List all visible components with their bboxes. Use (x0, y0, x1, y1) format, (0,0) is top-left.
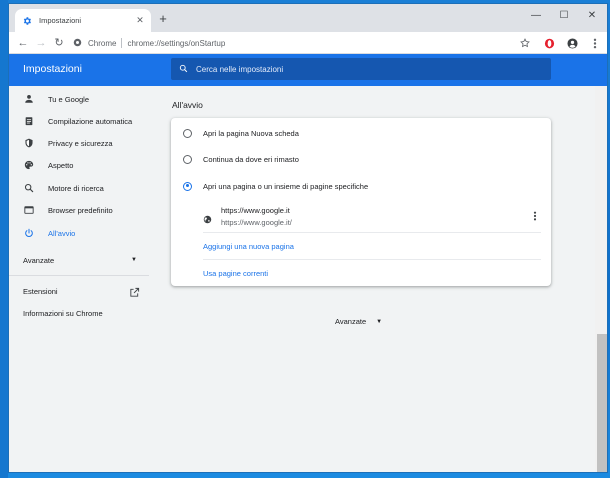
sidebar-item-compilazione[interactable]: Compilazione automatica (9, 111, 157, 131)
radio-button[interactable] (183, 128, 192, 138)
chrome-site-icon (73, 38, 82, 49)
card-divider (203, 232, 541, 233)
sidebar-item-privacy[interactable]: Privacy e sicurezza (9, 133, 157, 153)
new-tab-button[interactable]: + (155, 11, 171, 27)
option-label: Apri la pagina Nuova scheda (203, 128, 299, 138)
section-title: All'avvio (172, 100, 203, 110)
maximize-button[interactable]: ☐ (552, 7, 576, 25)
radio-button[interactable] (183, 154, 192, 164)
sidebar-item-label: Motore di ricerca (48, 183, 104, 193)
add-page-link[interactable]: Aggiungi una nuova pagina (203, 242, 294, 251)
option-label: Continua da dove eri rimasto (203, 154, 299, 164)
close-tab-icon[interactable]: ✕ (135, 15, 145, 26)
sidebar-divider (9, 275, 149, 276)
bookmark-star-icon[interactable] (517, 35, 533, 51)
tab-title: Impostazioni (39, 16, 82, 25)
sidebar-advanced-toggle[interactable]: Avanzate ▼ (9, 250, 157, 270)
palette-icon (23, 159, 35, 171)
option-new-tab[interactable]: Apri la pagina Nuova scheda (183, 126, 299, 140)
card-divider (203, 259, 541, 260)
profile-avatar-icon[interactable] (564, 35, 580, 51)
sidebar-item-label: Compilazione automatica (48, 116, 133, 126)
back-button[interactable]: ← (15, 35, 31, 51)
search-box[interactable] (171, 58, 551, 80)
sidebar-item-label: All'avvio (48, 228, 76, 238)
gear-icon (21, 15, 33, 27)
radio-button-checked[interactable] (183, 181, 192, 191)
close-window-button[interactable]: ✕ (580, 7, 604, 25)
sidebar-item-label: Browser predefinito (48, 205, 113, 215)
sidebar-item-tu-e-google[interactable]: Tu e Google (9, 89, 157, 109)
startup-page-entry: https://www.google.it https://www.google… (203, 204, 543, 230)
sidebar-item-browser-predefinito[interactable]: Browser predefinito (9, 200, 157, 220)
option-continue[interactable]: Continua da dove eri rimasto (183, 152, 299, 166)
page-title: Impostazioni (23, 63, 82, 75)
advanced-label: Avanzate (335, 317, 367, 326)
page-title: https://www.google.it (221, 206, 290, 215)
sidebar-advanced-label: Avanzate (23, 255, 55, 265)
globe-icon (203, 211, 212, 229)
use-current-pages-link[interactable]: Usa pagine correnti (203, 269, 268, 278)
desktop-background (0, 0, 8, 478)
address-bar[interactable]: Chrome chrome://settings/onStartup (73, 34, 533, 52)
scrollbar-thumb[interactable] (597, 334, 607, 472)
browser-window: Impostazioni ✕ + — ☐ ✕ ← → ↻ Chrome chro… (8, 3, 608, 473)
site-label: Chrome (88, 38, 117, 48)
option-label: Apri una pagina o un insieme di pagine s… (203, 181, 369, 191)
caret-down-icon: ▼ (131, 257, 137, 263)
sidebar-item-informazioni[interactable]: Informazioni su Chrome (23, 309, 103, 318)
startup-card: Apri la pagina Nuova scheda Continua da … (171, 118, 551, 286)
settings-sidebar: Tu e Google Compilazione automatica Priv… (9, 86, 157, 472)
search-icon (23, 182, 35, 194)
search-icon (179, 60, 188, 78)
sidebar-item-aspetto[interactable]: Aspetto (9, 155, 157, 175)
power-icon (23, 227, 35, 239)
sidebar-item-label: Privacy e sicurezza (48, 138, 113, 148)
sidebar-item-motore-ricerca[interactable]: Motore di ricerca (9, 178, 157, 198)
opera-extension-icon[interactable] (541, 35, 557, 51)
clipboard-icon (23, 115, 35, 127)
shield-icon (23, 137, 35, 149)
tab-settings[interactable]: Impostazioni ✕ (15, 9, 151, 32)
reload-button[interactable]: ↻ (51, 35, 67, 51)
caret-down-icon: ▼ (376, 318, 383, 325)
sidebar-item-label: Tu e Google (48, 94, 89, 104)
sidebar-item-estensioni[interactable]: Estensioni (23, 287, 58, 296)
minimize-button[interactable]: — (524, 7, 548, 25)
menu-kebab-icon[interactable] (587, 35, 603, 51)
forward-button[interactable]: → (33, 35, 49, 51)
url-text[interactable]: chrome://settings/onStartup (127, 39, 225, 48)
advanced-toggle[interactable]: Avanzate ▼ (335, 317, 382, 326)
search-input[interactable] (196, 64, 526, 74)
settings-header: Impostazioni (9, 54, 607, 86)
page-url: https://www.google.it/ (221, 218, 292, 227)
page-menu-kebab-icon[interactable] (533, 211, 537, 223)
open-external-icon[interactable] (129, 285, 140, 303)
person-icon (23, 93, 35, 105)
sidebar-item-all-avvio[interactable]: All'avvio (9, 223, 157, 243)
omnibox-divider (121, 38, 123, 48)
tab-strip: Impostazioni ✕ + — ☐ ✕ (9, 4, 607, 32)
browser-icon (23, 204, 35, 216)
browser-toolbar: ← → ↻ Chrome chrome://settings/onStartup (9, 32, 607, 54)
sidebar-item-label: Aspetto (48, 160, 74, 170)
option-specific-pages[interactable]: Apri una pagina o un insieme di pagine s… (183, 179, 368, 193)
